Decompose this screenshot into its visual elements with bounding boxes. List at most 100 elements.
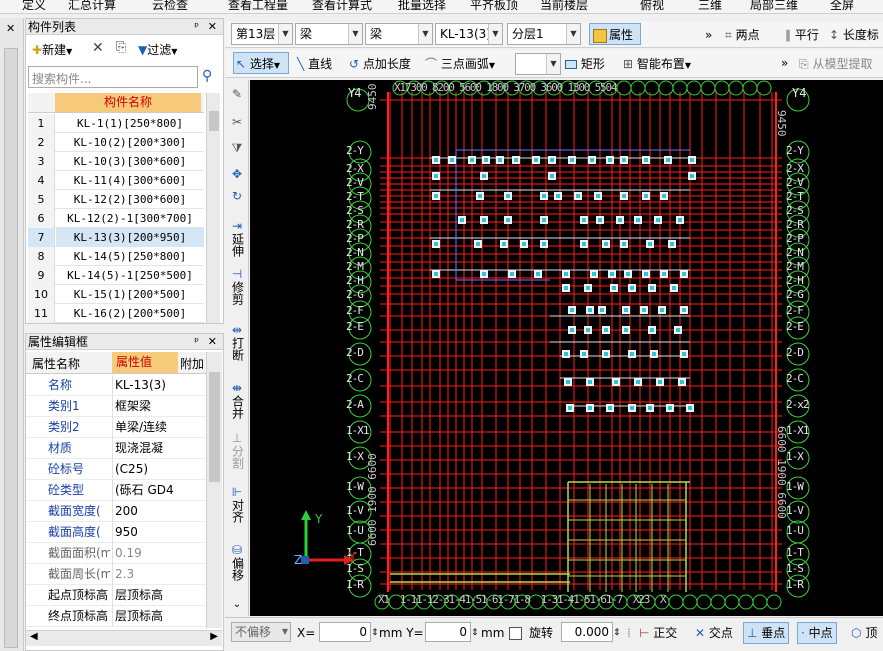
chevron-down-icon[interactable]: ⌄: [228, 598, 246, 611]
property-value[interactable]: KL-13(3): [112, 375, 204, 396]
vertex-button[interactable]: ⬡ 顶: [851, 624, 877, 642]
component-list-scrollbar[interactable]: [206, 93, 220, 323]
new-component-button[interactable]: ✚新建▼: [32, 41, 72, 58]
rotate-checkbox[interactable]: [509, 624, 522, 642]
x-coord-input[interactable]: 0: [319, 622, 371, 642]
component-row[interactable]: 9 KL-14(5)-1[250*500]: [28, 266, 204, 285]
property-row[interactable]: 截面周长(m 2.3: [26, 564, 221, 585]
property-value[interactable]: 现浇混凝: [112, 438, 204, 459]
parallel-button[interactable]: ∥ 平行: [785, 24, 819, 46]
three-point-arc-button[interactable]: ⌒ 三点画弧▼: [425, 53, 495, 75]
ortho-button[interactable]: ⊢ 正交: [639, 624, 677, 642]
component-row[interactable]: 2 KL-10(2)[200*300]: [28, 133, 204, 152]
filter-button[interactable]: ▼过滤▼: [138, 41, 177, 58]
rotate-icon[interactable]: ↻: [228, 190, 246, 203]
property-value[interactable]: 层顶标高: [112, 585, 204, 606]
menu-fullscreen[interactable]: 全屏: [830, 0, 854, 13]
point-length-button[interactable]: ↺ 点加长度: [349, 53, 411, 75]
menu-batch-select[interactable]: 批量选择: [398, 0, 446, 13]
scrollbar-thumb[interactable]: [209, 372, 220, 482]
scroll-right-icon[interactable]: ▶: [210, 631, 218, 642]
menu-define[interactable]: 定义: [22, 0, 46, 13]
more-chevron-icon[interactable]: »: [705, 22, 712, 48]
property-row[interactable]: 砼标号 (C25): [26, 459, 221, 480]
spin-icon[interactable]: ⇕: [471, 624, 479, 642]
property-vscrollbar[interactable]: [206, 352, 222, 628]
menu-view-quantity[interactable]: 查看工程量: [228, 0, 288, 13]
property-row[interactable]: 材质 现浇混凝: [26, 438, 221, 459]
menu-view-formula[interactable]: 查看计算式: [312, 0, 372, 13]
property-value[interactable]: 200: [112, 501, 204, 522]
menu-summary-calc[interactable]: 汇总计算: [68, 0, 116, 13]
property-row[interactable]: 截面高度(950✓: [26, 522, 221, 543]
property-value[interactable]: (C25): [112, 459, 204, 480]
property-row[interactable]: 起点顶标高 层顶标高: [26, 585, 221, 606]
extract-from-model-button[interactable]: ⎘ 从模型提取: [799, 53, 872, 75]
pin-icon[interactable]: ᵖ: [194, 19, 199, 35]
split-tool[interactable]: ⊥ 分割: [228, 432, 246, 472]
midpoint-button[interactable]: · 中点: [797, 622, 837, 644]
category-select[interactable]: 梁 ▼: [295, 23, 363, 45]
trim-tool[interactable]: ⊣ 修剪: [228, 268, 246, 308]
intersect-button[interactable]: ✕ 交点: [695, 624, 733, 642]
perpendicular-button[interactable]: ⊥ 垂点: [743, 622, 790, 644]
property-value[interactable]: 框架梁: [112, 396, 204, 417]
more-chevron-icon[interactable]: »: [781, 50, 788, 76]
scroll-left-icon[interactable]: ◀: [30, 631, 38, 642]
property-row[interactable]: 名称 KL-13(3): [26, 375, 206, 396]
component-name-header[interactable]: 构件名称: [55, 93, 201, 112]
offset-mode-select[interactable]: 不偏移 ▼: [231, 622, 291, 642]
component-row[interactable]: 1 KL-1(1)[250*800]: [28, 114, 204, 133]
property-value[interactable]: 0.19: [112, 543, 204, 564]
property-value[interactable]: 950: [112, 522, 204, 543]
arc-option-select[interactable]: ▼: [515, 53, 561, 75]
rectangle-button[interactable]: 矩形: [565, 53, 605, 75]
drawing-canvas[interactable]: Y4 Y4 X17300 8200 5600 1800 3700 3600 13…: [250, 80, 883, 616]
menu-align-slab-top[interactable]: 平齐板顶: [470, 0, 518, 13]
select-button[interactable]: ↖ 选择▼: [233, 52, 289, 74]
property-value[interactable]: 单梁/连续: [112, 417, 204, 438]
component-select[interactable]: KL-13(3) ▼: [435, 23, 503, 45]
close-icon[interactable]: ✕: [6, 22, 15, 35]
property-row[interactable]: 截面面积(m 0.19: [26, 543, 221, 564]
property-row[interactable]: 终点顶标高 层顶标高: [26, 606, 221, 627]
brush-icon[interactable]: ✎: [228, 88, 246, 101]
menu-cloud-check[interactable]: 云检查: [152, 0, 188, 13]
property-value[interactable]: 层顶标高: [112, 606, 204, 627]
mirror-icon[interactable]: ⧩: [228, 142, 246, 155]
search-icon[interactable]: ⚲: [202, 68, 212, 84]
property-hscrollbar[interactable]: ◀ ▶: [26, 630, 222, 646]
component-row[interactable]: 5 KL-12(2)[300*600]: [28, 190, 204, 209]
component-row[interactable]: 3 KL-10(3)[300*600]: [28, 152, 204, 171]
length-mark-button[interactable]: ↕ 长度标: [829, 24, 879, 46]
component-row[interactable]: 7 KL-13(3)[200*950]: [28, 228, 204, 247]
scrollbar-thumb[interactable]: [209, 111, 219, 131]
menu-local-3d[interactable]: 局部三维: [750, 0, 798, 13]
spin-icon[interactable]: ⇕: [371, 624, 379, 642]
component-row[interactable]: 4 KL-11(4)[300*600]: [28, 171, 204, 190]
component-row[interactable]: 6 KL-12(2)-1[300*700]: [28, 209, 204, 228]
layer-select[interactable]: 分层1 ▼: [507, 23, 581, 45]
property-row[interactable]: 类别1 框架梁: [26, 396, 221, 417]
spin-icon[interactable]: ⇕: [613, 624, 621, 642]
close-icon[interactable]: ✕: [208, 334, 217, 350]
floor-select[interactable]: 第13层 ▼: [231, 23, 293, 45]
property-row[interactable]: 截面宽度(200✓: [26, 501, 221, 522]
component-row[interactable]: 11 KL-16(2)[200*500]: [28, 304, 204, 323]
y-coord-input[interactable]: 0: [425, 622, 471, 642]
copy-icon[interactable]: ⎘: [116, 40, 126, 55]
two-point-button[interactable]: ⌗ 两点: [725, 24, 760, 46]
component-row[interactable]: 8 KL-14(5)[250*800]: [28, 247, 204, 266]
property-value[interactable]: (砾石 GD4: [112, 480, 204, 501]
left-dock-scrollbar[interactable]: [4, 48, 18, 648]
property-row[interactable]: 类别2 单梁/连续: [26, 417, 221, 438]
property-button[interactable]: 属性: [589, 23, 641, 45]
menu-3d[interactable]: 三维: [698, 0, 722, 13]
break-tool[interactable]: ⇹ 打断: [228, 324, 246, 364]
delete-icon[interactable]: ✕: [92, 40, 104, 56]
extend-tool[interactable]: ⇥ 延伸: [228, 220, 246, 260]
rotate-input[interactable]: 0.000: [561, 622, 613, 642]
search-input[interactable]: 搜索构件...: [28, 66, 198, 88]
property-row[interactable]: 砼类型 (砾石 GD4: [26, 480, 221, 501]
pin-icon[interactable]: ᵖ: [194, 334, 199, 350]
